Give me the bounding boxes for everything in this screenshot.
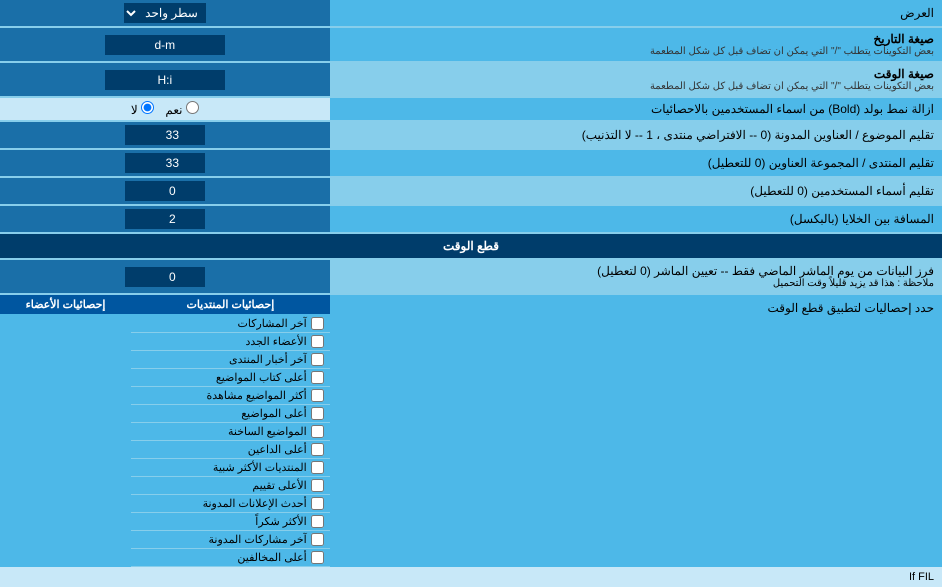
- date-format-label: صيغة التاريخ بعض التكوينات يتطلب "/" الت…: [330, 28, 942, 61]
- stats-col2-checkbox-6[interactable]: [311, 551, 324, 564]
- time-format-label: صيغة الوقت بعض التكوينات يتطلب "/" التي …: [330, 63, 942, 96]
- stats-col2-item-4[interactable]: الأعلى تقييم: [131, 477, 330, 495]
- stats-headers-row: إحصائيات المنتديات إحصائيات الأعضاء: [0, 295, 330, 315]
- stats-col1-checkbox-2[interactable]: [311, 389, 324, 402]
- display-label: العرض: [330, 0, 942, 26]
- stats-col2-item-3[interactable]: أعلى الداعين: [131, 441, 330, 459]
- topics-trim-input-cell[interactable]: [0, 122, 330, 148]
- stats-item-row-6: آخر مشاركات المدونة أعلى المخالفين: [0, 531, 330, 567]
- stats-col2-header: إحصائيات الأعضاء: [0, 295, 131, 315]
- stats-col1-checkbox-3[interactable]: [311, 425, 324, 438]
- stats-col1-item-5[interactable]: أحدث الإعلانات المدونة: [131, 495, 330, 513]
- stats-apply-label: حدد إحصاليات لتطبيق قطع الوقت: [330, 295, 942, 567]
- time-format-row: صيغة الوقت بعض التكوينات يتطلب "/" التي …: [0, 63, 942, 96]
- stats-col1-item-2[interactable]: أكثر المواضيع مشاهدة: [131, 387, 330, 405]
- stats-col1-item-4[interactable]: المنتديات الأكثر شبية: [131, 459, 330, 477]
- cutoff-label: فرز البيانات من يوم الماشر الماضي فقط --…: [330, 260, 942, 293]
- cell-spacing-input-cell[interactable]: [0, 206, 330, 232]
- stats-col1-item-3[interactable]: المواضيع الساخنة: [131, 423, 330, 441]
- stats-col2-checkbox-1[interactable]: [311, 371, 324, 384]
- single-line-cell[interactable]: سطر واحد سطرين ثلاثة أسطر: [0, 0, 330, 26]
- stats-col1-checkbox-6[interactable]: [311, 533, 324, 546]
- stats-item-row-2: أكثر المواضيع مشاهدة أعلى المواضيع: [0, 387, 330, 423]
- stats-col1-item-0[interactable]: آخر المشاركات: [131, 315, 330, 333]
- stats-col1-checkbox-0[interactable]: [311, 317, 324, 330]
- date-format-row: صيغة التاريخ بعض التكوينات يتطلب "/" الت…: [0, 28, 942, 61]
- radio-no-label[interactable]: لا: [131, 103, 154, 117]
- cutoff-row: فرز البيانات من يوم الماشر الماضي فقط --…: [0, 260, 942, 293]
- time-format-input-cell[interactable]: [0, 63, 330, 96]
- date-format-input[interactable]: [105, 35, 225, 55]
- stats-col2-checkbox-0[interactable]: [311, 335, 324, 348]
- radio-yes-label[interactable]: نعم: [162, 103, 199, 117]
- stats-col1-checkbox-1[interactable]: [311, 353, 324, 366]
- stats-table: إحصائيات المنتديات إحصائيات الأعضاء آخر …: [0, 295, 330, 567]
- cutoff-section-title: قطع الوقت: [0, 234, 942, 258]
- user-trim-input[interactable]: [125, 181, 205, 201]
- stats-col2-item-2[interactable]: أعلى المواضيع: [131, 405, 330, 423]
- stats-col2-item-5[interactable]: الأكثر شكراً: [131, 513, 330, 531]
- user-trim-input-cell[interactable]: [0, 178, 330, 204]
- bold-remove-input-cell[interactable]: نعم لا: [0, 98, 330, 120]
- bold-remove-row: ازالة نمط بولد (Bold) من اسماء المستخدمي…: [0, 98, 942, 120]
- stats-apply-row: حدد إحصاليات لتطبيق قطع الوقت إحصائيات ا…: [0, 295, 942, 567]
- stats-item-row-5: أحدث الإعلانات المدونة الأكثر شكراً: [0, 495, 330, 531]
- stats-col2-item-1[interactable]: أعلى كتاب المواضيع: [131, 369, 330, 387]
- cell-spacing-row: المسافة بين الخلايا (بالبكسل): [0, 206, 942, 232]
- topics-trim-input[interactable]: [125, 125, 205, 145]
- cutoff-input[interactable]: [125, 267, 205, 287]
- forum-trim-label: تقليم المنتدى / المجموعة العناوين (0 للت…: [330, 150, 942, 176]
- bottom-row: If FIL: [0, 567, 942, 587]
- forum-trim-input[interactable]: [125, 153, 205, 173]
- topics-trim-row: تقليم الموضوع / العناوين المدونة (0 -- ا…: [0, 122, 942, 148]
- stats-col2-checkbox-5[interactable]: [311, 515, 324, 528]
- forum-trim-row: تقليم المنتدى / المجموعة العناوين (0 للت…: [0, 150, 942, 176]
- stats-col1-header: إحصائيات المنتديات: [131, 295, 330, 315]
- cutoff-header-row: قطع الوقت: [0, 234, 942, 258]
- stats-columns-cell: إحصائيات المنتديات إحصائيات الأعضاء آخر …: [0, 295, 330, 567]
- stats-item-row-3: المواضيع الساخنة أعلى الداعين: [0, 423, 330, 459]
- bold-remove-label: ازالة نمط بولد (Bold) من اسماء المستخدمي…: [330, 98, 942, 120]
- bottom-text: If FIL: [0, 567, 942, 587]
- cell-spacing-input[interactable]: [125, 209, 205, 229]
- cutoff-input-cell[interactable]: [0, 260, 330, 293]
- stats-col2-checkbox-2[interactable]: [311, 407, 324, 420]
- stats-item-row-4: المنتديات الأكثر شبية الأعلى تقييم: [0, 459, 330, 495]
- radio-yes[interactable]: [186, 101, 199, 114]
- stats-col2-checkbox-4[interactable]: [311, 479, 324, 492]
- cell-spacing-label: المسافة بين الخلايا (بالبكسل): [330, 206, 942, 232]
- stats-col1-item-6[interactable]: آخر مشاركات المدونة: [131, 531, 330, 549]
- user-trim-label: تقليم أسماء المستخدمين (0 للتعطيل): [330, 178, 942, 204]
- stats-col2-item-6[interactable]: أعلى المخالفين: [131, 549, 330, 567]
- stats-col1-checkbox-4[interactable]: [311, 461, 324, 474]
- time-format-input[interactable]: [105, 70, 225, 90]
- stats-item-row-1: آخر أخبار المنتدى أعلى كتاب المواضيع: [0, 351, 330, 387]
- stats-col1-item-1[interactable]: آخر أخبار المنتدى: [131, 351, 330, 369]
- display-header-row: العرض سطر واحد سطرين ثلاثة أسطر: [0, 0, 942, 26]
- user-trim-row: تقليم أسماء المستخدمين (0 للتعطيل): [0, 178, 942, 204]
- single-line-select[interactable]: سطر واحد سطرين ثلاثة أسطر: [124, 3, 206, 23]
- stats-col2-item-0[interactable]: الأعضاء الجدد: [131, 333, 330, 351]
- stats-col1-checkbox-5[interactable]: [311, 497, 324, 510]
- stats-item-row-0: آخر المشاركات الأعضاء الجدد: [0, 315, 330, 352]
- topics-trim-label: تقليم الموضوع / العناوين المدونة (0 -- ا…: [330, 122, 942, 148]
- forum-trim-input-cell[interactable]: [0, 150, 330, 176]
- date-format-input-cell[interactable]: [0, 28, 330, 61]
- stats-col2-checkbox-3[interactable]: [311, 443, 324, 456]
- radio-no[interactable]: [141, 101, 154, 114]
